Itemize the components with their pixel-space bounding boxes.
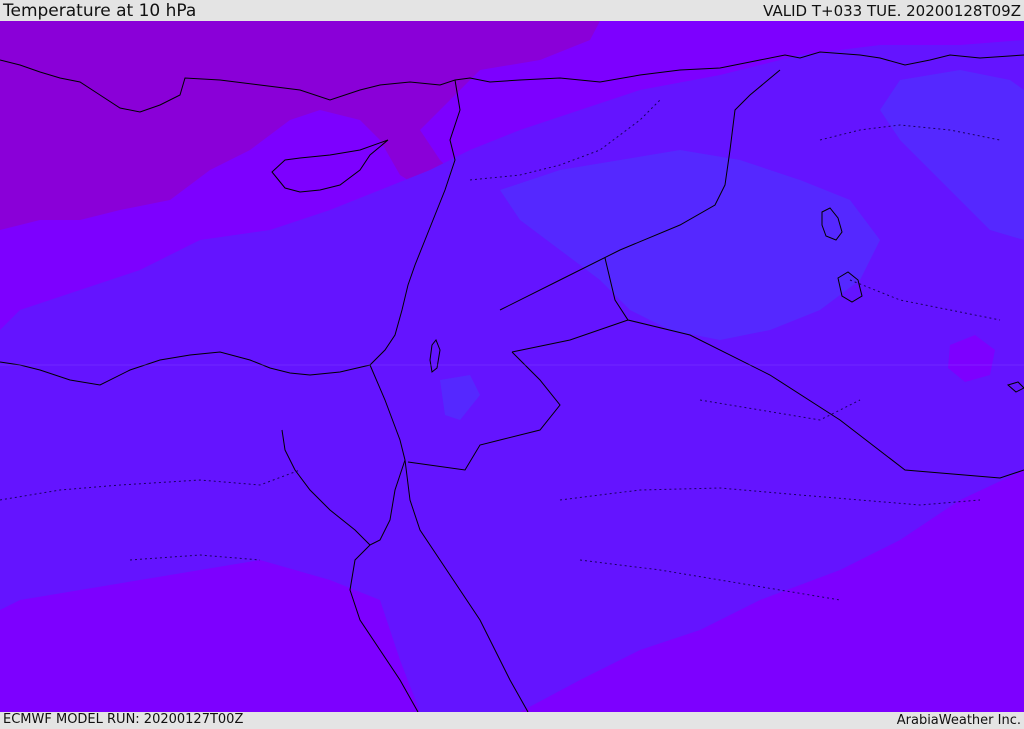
map-title: Temperature at 10 hPa	[3, 1, 197, 21]
header-bar: Temperature at 10 hPa VALID T+033 TUE. 2…	[0, 0, 1024, 21]
model-run-label: ECMWF MODEL RUN: 20200127T00Z	[3, 712, 244, 727]
credit-label: ArabiaWeather Inc.	[896, 713, 1021, 728]
valid-time: VALID T+033 TUE. 20200128T09Z	[763, 2, 1021, 20]
footer-bar: ECMWF MODEL RUN: 20200127T00Z ArabiaWeat…	[0, 712, 1024, 729]
weather-map[interactable]	[0, 21, 1024, 712]
